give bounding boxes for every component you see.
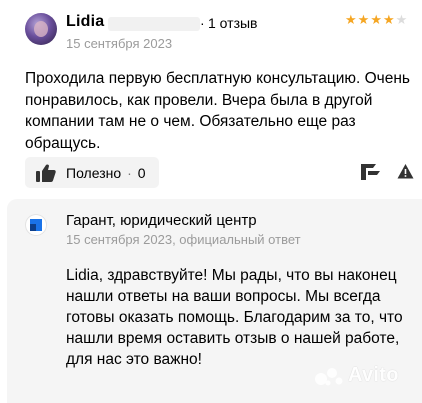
flag-icon[interactable] xyxy=(360,162,382,182)
company-name[interactable]: Гарант, юридический центр xyxy=(66,212,257,229)
thumb-up-icon xyxy=(36,163,56,182)
star-icon: ★ xyxy=(382,12,395,27)
rating-stars: ★ ★ ★ ★ ★ xyxy=(345,12,407,28)
reply-meta: 15 сентября 2023, официальный ответ xyxy=(66,232,301,247)
separator-dot: · xyxy=(200,15,205,31)
star-icon: ★ xyxy=(357,12,370,27)
warning-icon[interactable] xyxy=(397,163,414,180)
useful-button[interactable]: Полезно · 0 xyxy=(25,157,159,188)
useful-label: Полезно xyxy=(66,164,122,181)
useful-separator: · xyxy=(127,164,132,181)
review-date: 15 сентября 2023 xyxy=(66,36,173,51)
watermark-text: Avito xyxy=(348,364,399,386)
blurred-region xyxy=(108,17,200,31)
company-logo-icon[interactable] xyxy=(26,215,46,235)
avito-watermark-icon xyxy=(315,367,343,385)
star-icon: ★ xyxy=(370,12,382,27)
reviews-count: 1 отзыв xyxy=(208,15,258,31)
reply-text: Lidia, здравствуйте! Мы рады, что вы нак… xyxy=(66,267,403,368)
star-icon: ★ xyxy=(345,12,357,27)
avatar[interactable] xyxy=(25,13,57,45)
review-text: Проходила первую бесплатную консультацию… xyxy=(25,70,410,152)
avito-watermark: Avito xyxy=(314,364,399,387)
useful-count: 0 xyxy=(137,164,146,181)
star-icon: ★ xyxy=(395,12,408,27)
review-author[interactable]: Lidia xyxy=(66,13,104,31)
